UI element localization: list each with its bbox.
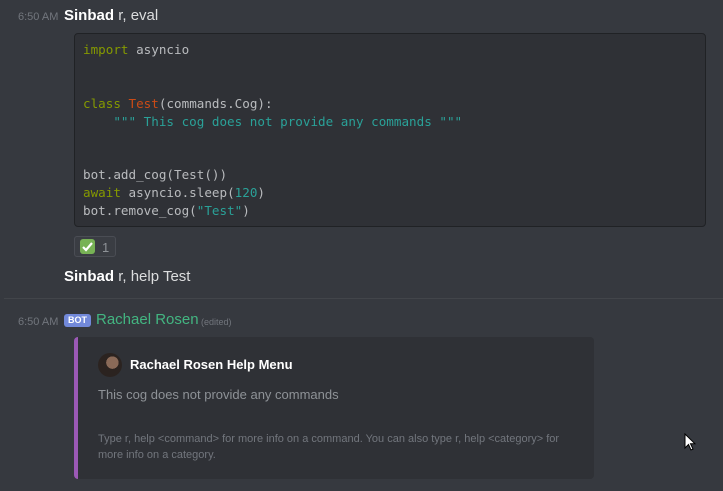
code-line: bot.remove_cog("Test") [83,203,250,218]
timestamp: 6:50 AM [18,11,59,23]
reaction-count: 1 [102,240,110,255]
author-name[interactable]: Sinbad [64,7,114,24]
code-line: bot.add_cog(Test()) [83,167,228,182]
code-line: await asyncio.sleep(120) [83,185,265,200]
white-check-mark-icon [80,239,95,254]
message-sinbad-help: Sinbad r, help Test [64,268,190,285]
code-line: """ This cog does not provide any comman… [83,114,463,129]
code-line: class Test(commands.Cog): [83,96,273,111]
bot-tag-badge: BOT [64,314,91,327]
embed-footer: Type r, help <command> for more info on … [98,433,560,461]
embed-description: This cog does not provide any commands [98,387,339,402]
code-block: import asyncio class Test(commands.Cog):… [74,33,706,227]
message-text: r, help Test [118,268,191,285]
code-line: import asyncio [83,42,190,57]
timestamp: 6:50 AM [18,316,59,328]
edited-label: (edited) [201,317,232,327]
embed-author: Rachael Rosen Help Menu [130,357,293,372]
message-author-line: Sinbad r, eval [64,7,158,24]
message-text: r, eval [118,7,159,24]
mouse-cursor-icon [684,432,697,458]
avatar [98,353,122,377]
help-embed: Rachael Rosen Help Menu This cog does no… [74,337,594,479]
message-divider [4,298,723,299]
reaction-checkmark[interactable]: 1 [74,236,116,257]
author-name[interactable]: Sinbad [64,268,114,285]
bot-author-name[interactable]: Rachael Rosen [96,311,199,328]
